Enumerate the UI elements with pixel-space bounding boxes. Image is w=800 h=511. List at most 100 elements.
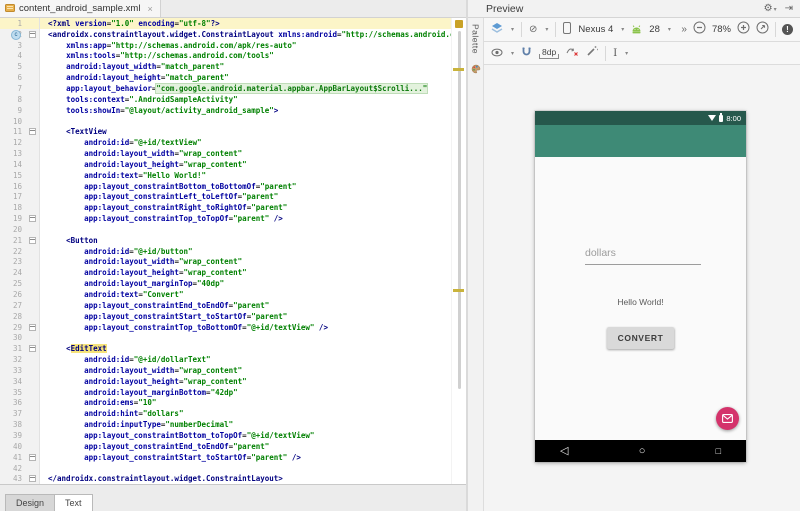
orientation-icon[interactable]: ⊘: [529, 24, 537, 35]
code-line[interactable]: 29 app:layout_constraintTop_toBottomOf="…: [0, 321, 466, 333]
gutter: [26, 299, 40, 311]
gutter: [26, 202, 40, 214]
code-text: app:layout_constraintBottom_toTopOf="@+i…: [84, 430, 315, 440]
code-line[interactable]: 24 android:layout_height="wrap_content": [0, 267, 466, 279]
zoom-in-icon[interactable]: [737, 21, 750, 39]
gutter: [26, 343, 40, 355]
class-badge-icon[interactable]: c: [11, 29, 21, 40]
code-line[interactable]: 21 <Button: [0, 234, 466, 246]
code-line[interactable]: 11 <TextView: [0, 126, 466, 138]
fold-marker-icon[interactable]: [29, 453, 36, 461]
status-time: 8:00: [726, 113, 741, 123]
code-line[interactable]: 38 android:inputType="numberDecimal": [0, 419, 466, 431]
default-margins-button[interactable]: 8dp: [539, 47, 560, 59]
code-line[interactable]: 18 app:layout_constraintRight_toRightOf=…: [0, 202, 466, 214]
code-line[interactable]: 10: [0, 115, 466, 127]
convert-button[interactable]: CONVERT: [606, 327, 675, 349]
code-line[interactable]: 22 android:id="@+id/button": [0, 245, 466, 257]
autoconnect-magnet-icon[interactable]: [521, 44, 532, 62]
app-bar: [535, 125, 746, 157]
fold-marker-icon[interactable]: [29, 323, 36, 331]
code-line[interactable]: 26 android:text="Convert": [0, 289, 466, 300]
code-line[interactable]: 30: [0, 332, 466, 344]
code-line[interactable]: 8 tools:context=".AndroidSampleActivity": [0, 93, 466, 105]
code-line[interactable]: 13 android:layout_width="wrap_content": [0, 148, 466, 159]
recents-icon[interactable]: □: [716, 446, 721, 456]
errors-indicator-icon[interactable]: !: [782, 24, 793, 35]
code-line[interactable]: 31 <EditText: [0, 343, 466, 355]
code-line[interactable]: 43 </androidx.constraintlayout.widget.Con…: [0, 473, 466, 484]
zoom-out-icon[interactable]: [693, 21, 706, 39]
code-line[interactable]: 34 android:layout_height="wrap_content": [0, 375, 466, 387]
code-line[interactable]: 5 android:layout_width="match_parent": [0, 61, 466, 73]
warning-mark[interactable]: [453, 289, 464, 292]
code-line[interactable]: 17 app:layout_constraintLeft_toLeftOf="p…: [0, 191, 466, 203]
fold-marker-icon[interactable]: [29, 215, 36, 223]
code-line[interactable]: 9 tools:showIn="@layout/activity_android…: [0, 104, 466, 116]
code-line[interactable]: 6 android:layout_height="match_parent": [0, 72, 466, 84]
code-line[interactable]: 41 app:layout_constraintStart_toStartOf=…: [0, 451, 466, 463]
view-options-eye-icon[interactable]: [491, 44, 503, 62]
code-line[interactable]: 40 app:layout_constraintEnd_toEndOf="par…: [0, 440, 466, 452]
fold-marker-icon[interactable]: [29, 475, 36, 483]
email-icon: [722, 410, 733, 428]
code-editor[interactable]: 1<?xml version="1.0" encoding="utf-8"?>2…: [0, 18, 466, 484]
zoom-fit-icon[interactable]: [756, 21, 769, 39]
preview-canvas[interactable]: 8:00 dollars Hello World! CONVERT ◁ ○ □: [484, 65, 800, 511]
code-line[interactable]: 35 android:layout_marginBottom="42dp": [0, 386, 466, 398]
code-line[interactable]: 12 android:id="@+id/textView": [0, 137, 466, 149]
code-line[interactable]: 39 app:layout_constraintBottom_toTopOf="…: [0, 430, 466, 441]
tab-text[interactable]: Text: [54, 494, 93, 511]
inspections-indicator-icon[interactable]: [455, 20, 463, 28]
code-line[interactable]: 28 app:layout_constraintStart_toStartOf=…: [0, 310, 466, 322]
close-icon[interactable]: ×: [147, 4, 152, 14]
more-chevrons-icon[interactable]: »: [681, 24, 687, 35]
code-line[interactable]: 3 xmlns:app="http://schemas.android.com/…: [0, 39, 466, 51]
clear-constraints-icon[interactable]: [566, 44, 579, 62]
code-line[interactable]: 27 app:layout_constraintEnd_toEndOf="par…: [0, 299, 466, 311]
hide-panel-icon[interactable]: ⇥: [785, 3, 793, 14]
fold-marker-icon[interactable]: [29, 345, 36, 353]
fold-marker-icon[interactable]: [29, 128, 36, 136]
guideline-ibeam-icon[interactable]: Ⅰ: [613, 48, 617, 59]
code-line[interactable]: 23 android:layout_width="wrap_content": [0, 256, 466, 268]
code-line[interactable]: 25 android:layout_marginTop="40dp": [0, 278, 466, 290]
code-line[interactable]: 7 app:layout_behavior="com.google.androi…: [0, 83, 466, 94]
scrollbar-thumb[interactable]: [458, 31, 461, 389]
palette-icon[interactable]: [471, 61, 481, 79]
infer-constraints-wand-icon[interactable]: [586, 44, 599, 62]
back-icon[interactable]: ◁: [560, 445, 568, 457]
dollars-edittext[interactable]: dollars: [585, 247, 701, 265]
code-line[interactable]: 16 app:layout_constraintBottom_toBottomO…: [0, 180, 466, 192]
file-tab[interactable]: content_android_sample.xml ×: [0, 0, 161, 17]
design-surface-icon[interactable]: [491, 21, 503, 39]
hello-world-text: Hello World!: [617, 297, 664, 307]
code-line[interactable]: 2<androidx.constraintlayout.widget.Const…: [0, 28, 466, 40]
fold-marker-icon[interactable]: [29, 236, 36, 244]
warning-mark[interactable]: [453, 68, 464, 71]
code-line[interactable]: 20: [0, 224, 466, 235]
palette-tab[interactable]: Palette: [471, 24, 481, 54]
device-screen: 8:00 dollars Hello World! CONVERT ◁ ○ □: [535, 111, 746, 462]
tab-design[interactable]: Design: [5, 494, 56, 511]
api-level-selector[interactable]: 28: [649, 24, 660, 35]
code-line[interactable]: 42: [0, 462, 466, 474]
code-line[interactable]: 14 android:layout_height="wrap_content": [0, 158, 466, 170]
fold-marker-icon[interactable]: [29, 30, 36, 38]
code-line[interactable]: 36 android:ems="10": [0, 397, 466, 409]
code-text: app:layout_constraintTop_toBottomOf="@+i…: [84, 322, 328, 332]
device-selector[interactable]: Nexus 4: [578, 24, 613, 35]
code-line[interactable]: 19 app:layout_constraintTop_toTopOf="par…: [0, 213, 466, 225]
gear-icon[interactable]: ⚙▾: [764, 3, 777, 14]
code-text: android:text="Hello World!": [84, 170, 207, 180]
code-text: xmlns:tools="http://schemas.android.com/…: [66, 51, 274, 61]
code-line[interactable]: 33 android:layout_width="wrap_content": [0, 365, 466, 376]
code-line[interactable]: 37 android:hint="dollars": [0, 408, 466, 420]
code-line[interactable]: 32 android:id="@+id/dollarText": [0, 354, 466, 365]
fab-button[interactable]: [716, 407, 739, 430]
home-icon[interactable]: ○: [639, 445, 646, 457]
chevron-down-icon: ▾: [621, 27, 625, 33]
code-line[interactable]: 1 <?xml version="1.0" encoding="utf-8"?>: [0, 18, 466, 29]
code-line[interactable]: 15 android:text="Hello World!": [0, 169, 466, 181]
code-line[interactable]: 4 xmlns:tools="http://schemas.android.co…: [0, 50, 466, 62]
